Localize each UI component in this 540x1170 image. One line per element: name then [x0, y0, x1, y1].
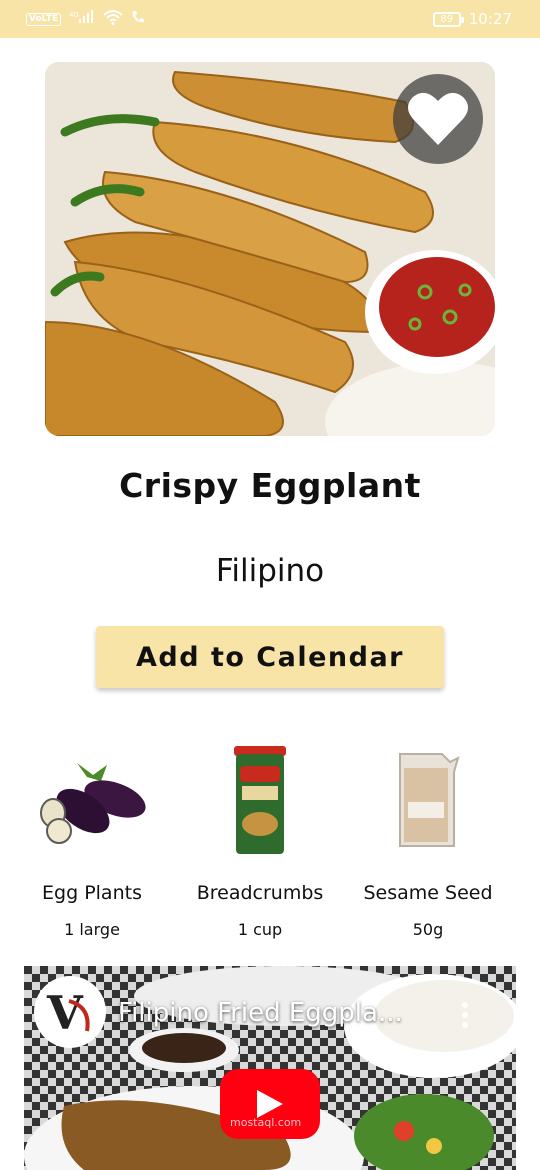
more-options-icon[interactable]	[462, 1002, 468, 1028]
clock: 10:27	[468, 10, 512, 28]
recipe-image	[45, 62, 495, 436]
ingredient-name: Egg Plants	[42, 882, 142, 904]
ingredient-quantity: 1 cup	[237, 920, 283, 939]
status-bar: VoLTE 4G 89 10:27	[0, 0, 540, 38]
status-right: 89 10:27	[432, 10, 512, 28]
channel-initial: V	[46, 986, 84, 1040]
ingredient-quantity: 50g	[412, 920, 444, 939]
ingredient-quantity: 1 large	[64, 920, 120, 939]
video-title[interactable]: Filipino Fried Eggpla...	[118, 998, 403, 1028]
ingredient-name: Breadcrumbs	[196, 882, 324, 904]
favorite-button[interactable]	[393, 74, 483, 164]
ingredient-item: Breadcrumbs 1 cup	[170, 740, 350, 939]
ingredient-name: Sesame Seed	[363, 882, 493, 904]
svg-text:4G: 4G	[69, 11, 79, 19]
phone-icon	[131, 10, 145, 28]
video-player[interactable]: V Filipino Fried Eggpla... mostaql.com	[24, 966, 516, 1170]
recipe-title: Crispy Eggplant	[119, 466, 421, 505]
sesame-seed-bag-image	[338, 740, 518, 860]
channel-logo[interactable]: V	[34, 976, 106, 1048]
status-left: VoLTE 4G	[26, 9, 145, 29]
watermark: mostaql.com	[230, 1116, 302, 1129]
battery-icon: 89	[432, 11, 464, 27]
ingredient-item: Egg Plants 1 large	[2, 740, 182, 939]
add-to-calendar-button[interactable]: Add to Calendar	[96, 626, 444, 688]
heart-icon	[408, 92, 468, 145]
wifi-icon	[103, 9, 123, 29]
battery-level: 89	[440, 13, 454, 25]
ingredients-list: Egg Plants 1 large Breadcrumbs 1 cup Ses…	[0, 740, 540, 950]
eggplant-image	[2, 740, 182, 860]
signal-icon: 4G	[69, 10, 95, 28]
volte-badge: VoLTE	[26, 12, 62, 26]
ingredient-item: Sesame Seed 50g	[338, 740, 518, 939]
breadcrumbs-canister-image	[170, 740, 350, 860]
recipe-cuisine: Filipino	[215, 553, 325, 589]
